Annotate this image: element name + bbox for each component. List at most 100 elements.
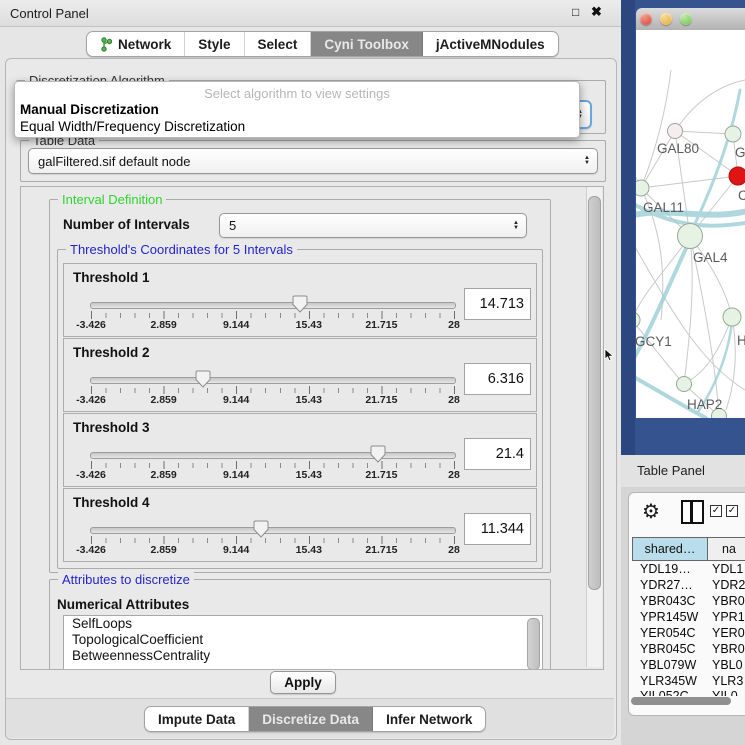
tab-network[interactable]: Network — [87, 32, 185, 56]
threshold-1-slider-track[interactable] — [90, 302, 456, 309]
node-gal4[interactable] — [678, 224, 703, 249]
node-top-right[interactable] — [725, 126, 741, 142]
control-panel-tabbar: Network Style Select Cyni Toolbox jActiv… — [86, 31, 559, 57]
slider-tick-labels: -3.426 2.859 9.144 15.43 21.715 28 — [91, 319, 454, 331]
dropdown-item-equal-width[interactable]: Equal Width/Frequency Discretization — [15, 118, 579, 135]
list-scrollbar[interactable] — [527, 618, 540, 670]
table-cell[interactable]: YER0 — [712, 626, 745, 643]
node-hap2[interactable] — [677, 377, 692, 392]
slider-tick-labels: -3.426 2.859 9.144 15.43 21.715 28 — [91, 394, 454, 406]
threshold-1-label: Threshold 1 — [73, 270, 150, 285]
network-view-canvas[interactable]: GAL80 GA C GAL11 GAL4 GCY1 H HAP2 — [636, 30, 745, 418]
window-zoom-icon[interactable] — [680, 13, 692, 25]
control-panel: Control Panel □ ✖ Network Style Select C… — [0, 0, 621, 745]
table-cell[interactable]: YER054C — [640, 626, 706, 643]
table-horizontal-scrollbar[interactable] — [631, 697, 731, 705]
table-cell[interactable]: YPR1 — [712, 610, 745, 627]
slider-major-ticks — [91, 536, 456, 544]
dropdown-item-manual-discretization[interactable]: Manual Discretization — [15, 101, 579, 118]
node-label: C — [738, 188, 745, 203]
table-cell[interactable]: YDR27… — [640, 578, 706, 595]
network-graph: GAL80 GA C GAL11 GAL4 GCY1 H HAP2 — [636, 30, 745, 418]
threshold-2-slider-track[interactable] — [90, 377, 456, 384]
table-cell[interactable]: YBR045C — [640, 642, 706, 659]
tab-style[interactable]: Style — [185, 32, 244, 56]
list-item[interactable]: BetweennessCentrality — [64, 648, 542, 664]
control-panel-titlebar — [0, 0, 621, 27]
node-label: GAL4 — [693, 250, 728, 265]
gear-icon[interactable]: ⚙ — [642, 499, 660, 524]
node-gcy1[interactable] — [636, 312, 640, 328]
number-of-intervals-combobox[interactable]: 5 ▲▼ — [219, 213, 527, 238]
threshold-4-value-field[interactable]: 11.344 — [464, 513, 531, 545]
list-item[interactable]: TopologicalCoefficient — [64, 632, 542, 648]
node-label: HAP2 — [687, 397, 722, 412]
window-minimize-icon[interactable] — [660, 13, 672, 25]
table-cell[interactable]: YPR145W — [640, 610, 706, 627]
column-header-name[interactable]: na — [707, 537, 745, 561]
tab-jactivemnodules[interactable]: jActiveMNodules — [423, 32, 558, 56]
node-label: GAL11 — [643, 200, 684, 215]
node-selected-red[interactable] — [729, 167, 745, 185]
dropdown-placeholder-item[interactable]: Select algorithm to view settings — [15, 82, 579, 101]
tab-discretize-data[interactable]: Discretize Data — [249, 707, 373, 731]
threshold-4-panel: Threshold 4 -3.426 2.859 9.144 15.43 21.… — [63, 488, 537, 562]
thresholds-group-title: Threshold's Coordinates for 5 Intervals — [66, 242, 297, 257]
interval-definition-title: Interval Definition — [58, 192, 166, 207]
combo-arrows-icon: ▲▼ — [513, 221, 519, 231]
tab-select[interactable]: Select — [245, 32, 312, 56]
slider-major-ticks — [91, 386, 456, 394]
float-window-icon[interactable]: □ — [572, 5, 579, 19]
node-gal11[interactable] — [636, 180, 649, 196]
split-columns-icon[interactable] — [681, 500, 704, 524]
window-close-icon[interactable] — [640, 13, 652, 25]
threshold-3-slider-track[interactable] — [90, 452, 456, 459]
network-icon — [100, 37, 113, 52]
threshold-1-value-field[interactable]: 14.713 — [464, 288, 531, 320]
table-cell[interactable]: YDL1 — [712, 562, 745, 579]
close-icon[interactable]: ✖ — [591, 4, 602, 20]
threshold-3-label: Threshold 3 — [73, 420, 150, 435]
node-h[interactable] — [723, 308, 741, 326]
node-label: H — [737, 333, 745, 348]
slider-major-ticks — [91, 461, 456, 469]
table-cell[interactable]: YIL052C — [640, 689, 706, 696]
checkbox-icon[interactable]: ✓ — [710, 505, 722, 517]
cyni-bottom-tabbar: Impute Data Discretize Data Infer Networ… — [144, 706, 486, 732]
control-panel-title: Control Panel — [10, 6, 89, 21]
threshold-2-panel: Threshold 2 -3.426 2.859 9.144 15.43 21.… — [63, 338, 537, 412]
table-cell[interactable]: YDL19… — [640, 562, 706, 579]
node-label: GAL80 — [657, 141, 699, 156]
slider-major-ticks — [91, 311, 456, 319]
threshold-3-value-field[interactable]: 21.4 — [464, 438, 531, 470]
table-cell[interactable]: YIL0 — [712, 689, 745, 696]
apply-button[interactable]: Apply — [270, 671, 336, 694]
table-cell[interactable]: YBL0 — [712, 658, 745, 675]
combo-arrows-icon: ▲▼ — [584, 156, 590, 166]
node-gal80[interactable] — [668, 124, 683, 139]
settings-viewport: Interval Definition Number of Intervals … — [20, 186, 604, 670]
table-data-value: galFiltered.sif default node — [38, 154, 190, 169]
screenshot-root: { "control_panel": { "title": "Control P… — [0, 0, 745, 745]
threshold-1-panel: Threshold 1 -3.426 2.859 9.144 15.43 21.… — [63, 263, 537, 337]
threshold-2-value-field[interactable]: 6.316 — [464, 363, 531, 395]
tab-cyni-toolbox[interactable]: Cyni Toolbox — [311, 32, 423, 56]
table-cell[interactable]: YBR0 — [712, 642, 745, 659]
settings-scrollbar-thumb[interactable] — [588, 196, 601, 590]
list-item[interactable]: SelfLoops — [64, 616, 542, 632]
threshold-4-slider-track[interactable] — [90, 527, 456, 534]
network-window-titlebar[interactable] — [636, 8, 745, 31]
mouse-cursor — [604, 348, 615, 362]
algorithm-dropdown-popup: Select algorithm to view settings Manual… — [14, 81, 580, 138]
table-cell[interactable]: YBR043C — [640, 594, 706, 611]
tab-infer-network[interactable]: Infer Network — [373, 707, 485, 731]
threshold-3-panel: Threshold 3 -3.426 2.859 9.144 15.43 21.… — [63, 413, 537, 487]
checkbox-icon[interactable]: ✓ — [726, 505, 738, 517]
threshold-2-label: Threshold 2 — [73, 345, 150, 360]
table-data-combobox[interactable]: galFiltered.sif default node ▲▼ — [28, 148, 598, 174]
column-header-shared-name[interactable]: shared… — [632, 537, 708, 561]
table-cell[interactable]: YBR0 — [712, 594, 745, 611]
table-cell[interactable]: YBL079W — [640, 658, 706, 675]
table-cell[interactable]: YDR2 — [712, 578, 745, 595]
tab-impute-data[interactable]: Impute Data — [145, 707, 249, 731]
